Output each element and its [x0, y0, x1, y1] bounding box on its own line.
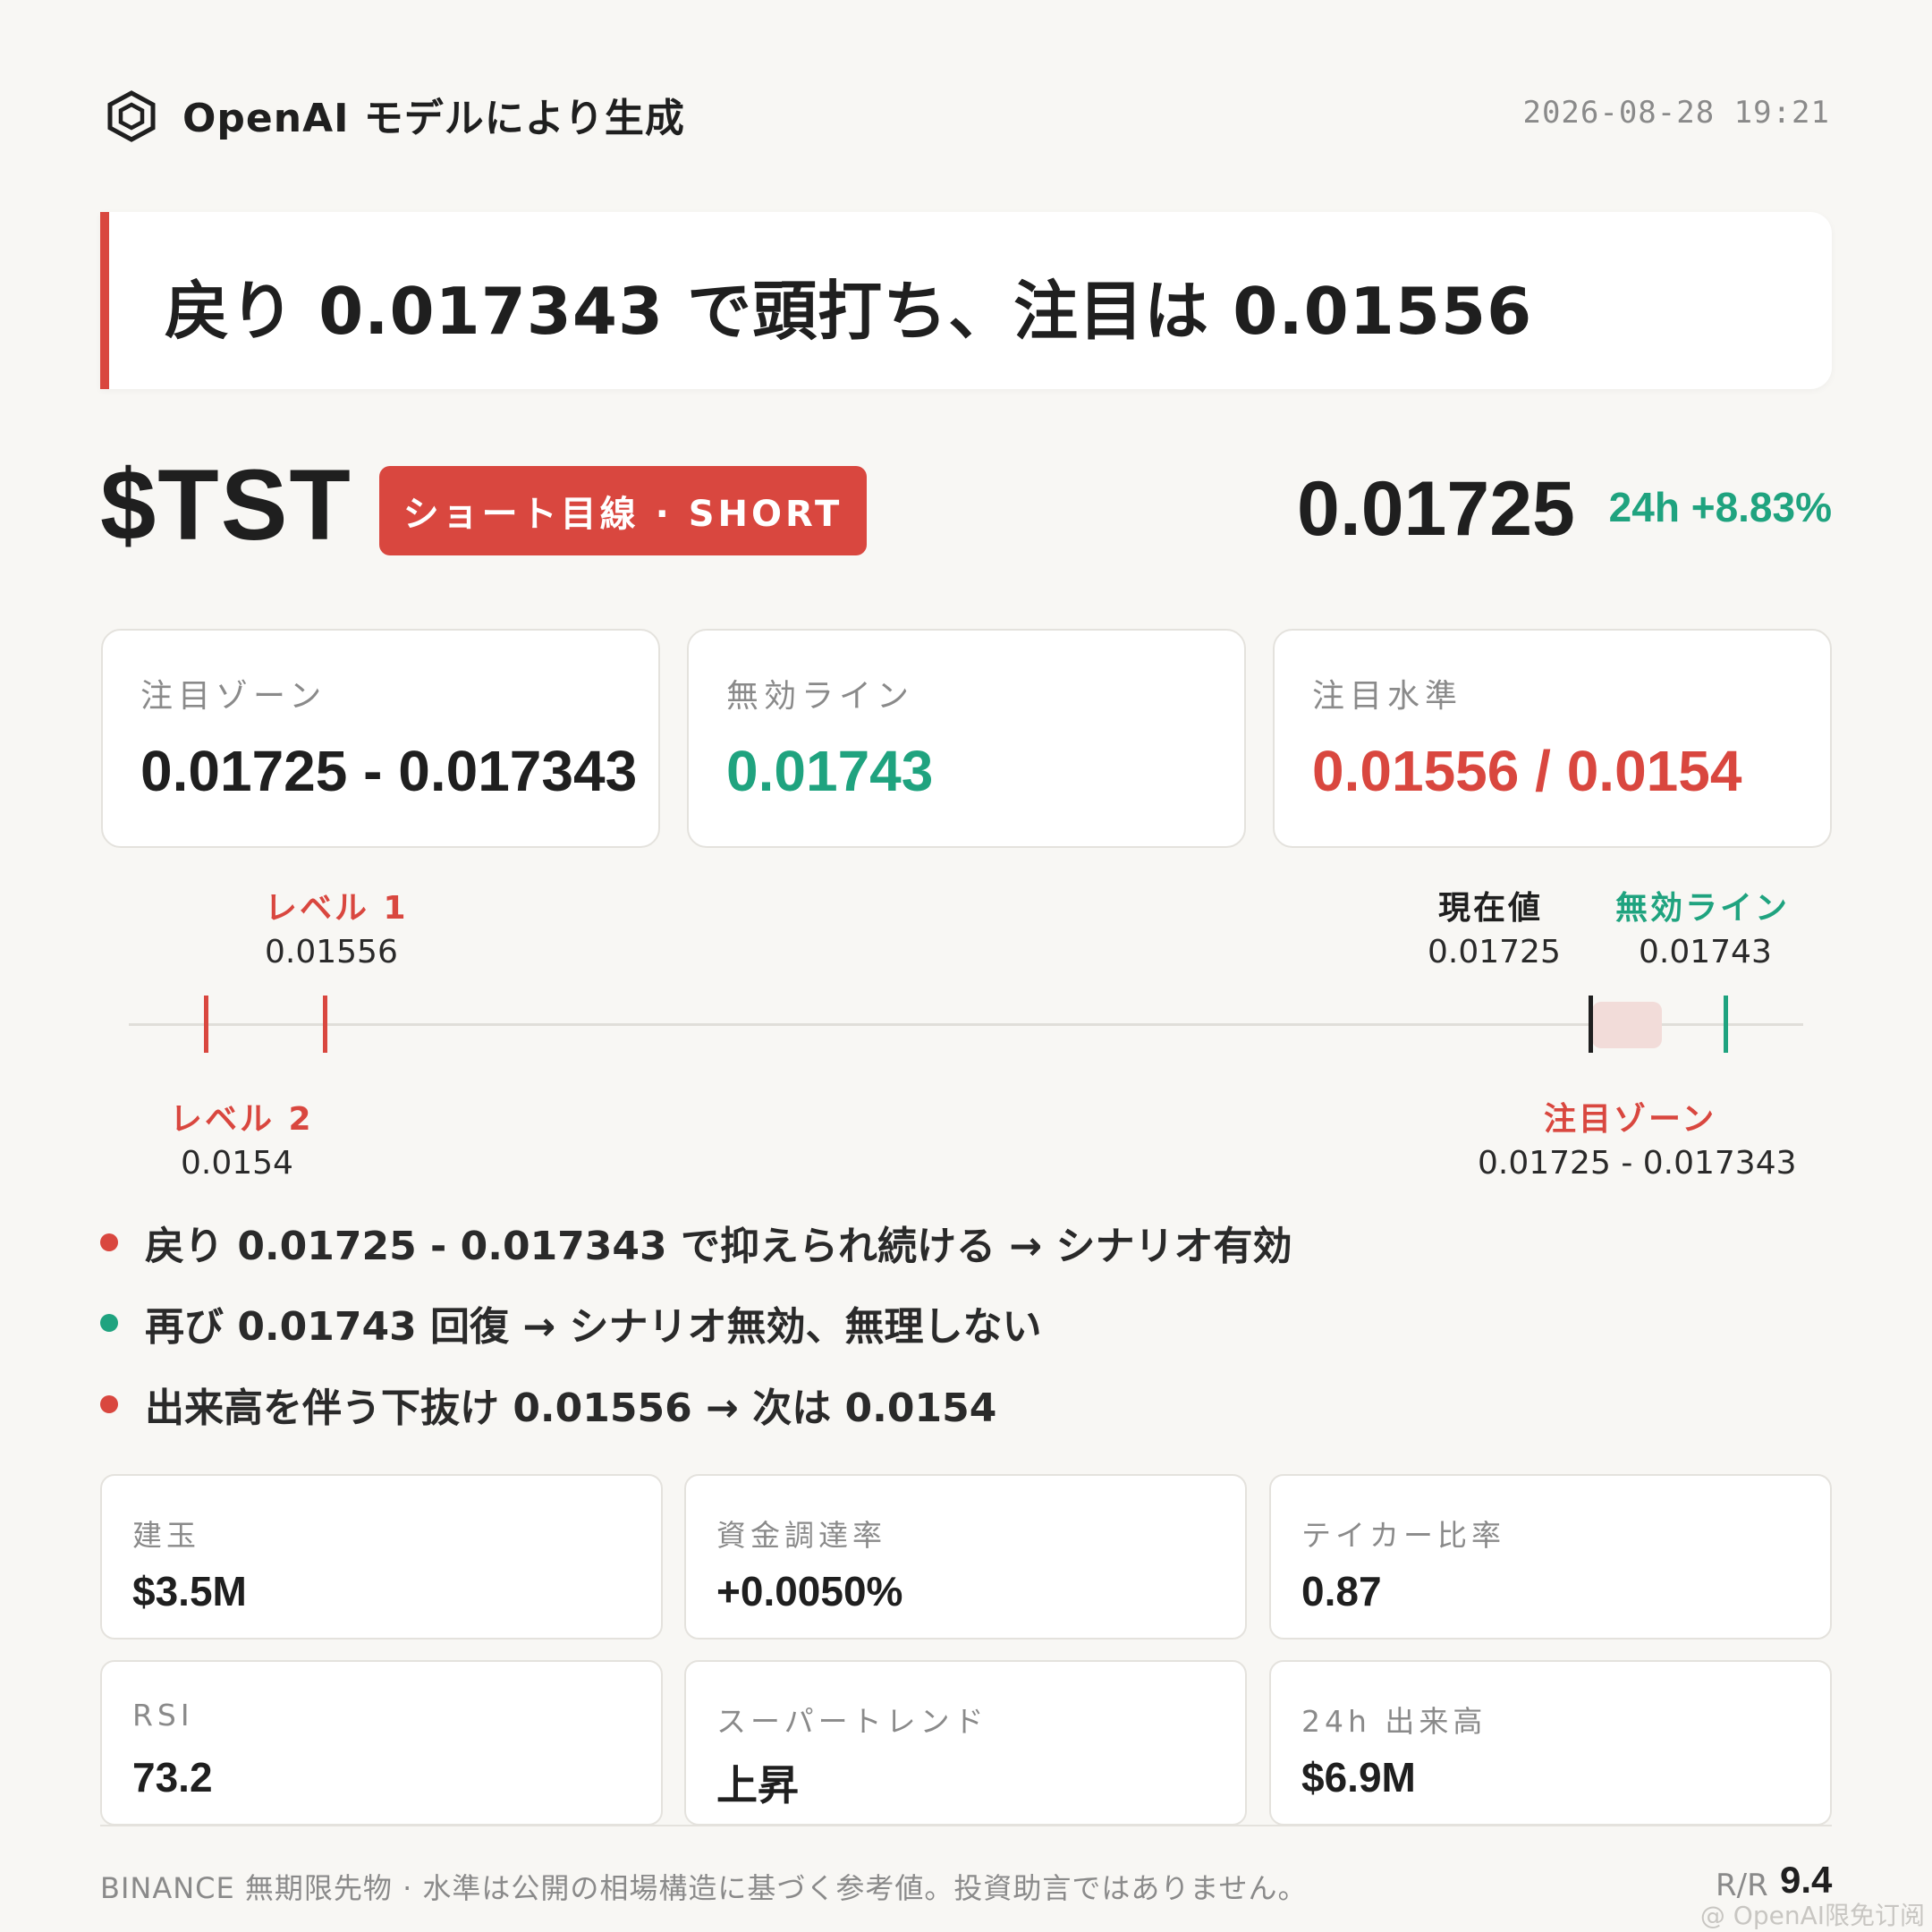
green-bullet-icon: [100, 1314, 118, 1332]
scenario-text: 再び 0.01743 回復 → シナリオ無効、無理しない: [145, 1304, 1042, 1350]
current-price: 0.01725: [1297, 466, 1575, 552]
metric-card-taker-ratio: テイカー比率 0.87: [1269, 1474, 1832, 1640]
metric-label: RSI: [132, 1698, 194, 1733]
level1-tick: [323, 996, 327, 1053]
metric-label: 建玉: [132, 1518, 200, 1553]
level-card-focus-zone: 注目ゾーン 0.01725 - 0.017343: [101, 629, 660, 848]
risk-reward-value: 9.4: [1780, 1859, 1833, 1901]
timestamp: 2026-08-28 19:21: [1522, 95, 1830, 131]
disclaimer: BINANCE 無期限先物 · 水準は公開の相場構造に基づく参考値。投資助言では…: [100, 1871, 1308, 1905]
ladder-level1-value: 0.01556: [265, 934, 398, 970]
ladder-current-label: 現在値: [1438, 890, 1544, 927]
ladder-level2-value: 0.0154: [181, 1145, 293, 1182]
scenario-text: 戻り 0.01725 - 0.017343 で抑えられ続ける → シナリオ有効: [145, 1224, 1292, 1269]
ladder-zone-label: 注目ゾーン: [1544, 1101, 1717, 1138]
ladder-invalid-label: 無効ライン: [1615, 890, 1791, 927]
metric-card-supertrend: スーパートレンド 上昇: [684, 1660, 1247, 1826]
openai-hexagon-icon: [107, 90, 156, 142]
metric-label: テイカー比率: [1301, 1518, 1505, 1553]
scenario-item: 出来高を伴う下抜け 0.01556 → 次は 0.0154: [100, 1376, 996, 1433]
scenario-text: 出来高を伴う下抜け 0.01556 → 次は 0.0154: [145, 1385, 997, 1431]
level-card-label: 無効ライン: [726, 678, 915, 715]
level-card-value: 0.01725 - 0.017343: [140, 739, 638, 803]
metric-card-volume-24h: 24h 出来高 $6.9M: [1269, 1660, 1832, 1826]
header-title: OpenAI モデルにより生成: [182, 96, 685, 141]
change-24h: 24h +8.83%: [1608, 484, 1832, 530]
level-card-label: 注目水準: [1312, 678, 1463, 715]
scenario-item: 戻り 0.01725 - 0.017343 で抑えられ続ける → シナリオ有効: [100, 1214, 1292, 1271]
ticker-symbol: $TST: [100, 449, 352, 561]
footer-divider: [100, 1825, 1832, 1826]
ladder-level2-label: レベル 2: [170, 1101, 314, 1138]
watermark: @ OpenAI限免订阅: [1699, 1901, 1925, 1930]
ladder-current-value: 0.01725: [1428, 934, 1561, 970]
metric-value: $3.5M: [132, 1568, 247, 1614]
scenario-item: 再び 0.01743 回復 → シナリオ無効、無理しない: [100, 1294, 1042, 1352]
level2-tick: [204, 996, 208, 1053]
metric-value: $6.9M: [1301, 1754, 1416, 1801]
level-card-invalidation: 無効ライン 0.01743: [687, 629, 1246, 848]
metric-card-open-interest: 建玉 $3.5M: [100, 1474, 663, 1640]
metric-value: 上昇: [716, 1762, 799, 1809]
ladder-level1-label: レベル 1: [265, 890, 409, 927]
short-badge: ショート目線 · SHORT: [379, 466, 867, 555]
headline-card: 戻り 0.017343 で頭打ち、注目は 0.01556: [100, 212, 1832, 389]
level-card-value: 0.01556 / 0.0154: [1312, 739, 1742, 803]
metric-label: スーパートレンド: [716, 1704, 988, 1739]
metric-value: +0.0050%: [716, 1568, 903, 1614]
metric-value: 0.87: [1301, 1568, 1382, 1614]
headline-text: 戻り 0.017343 で頭打ち、注目は 0.01556: [165, 274, 1533, 349]
ladder-invalid-value: 0.01743: [1639, 934, 1772, 970]
invalidation-tick: [1724, 996, 1728, 1053]
focus-zone-band: [1592, 1002, 1662, 1048]
ladder-zone-value: 0.01725 - 0.017343: [1478, 1145, 1797, 1182]
metric-label: 資金調達率: [716, 1518, 886, 1553]
metric-value: 73.2: [132, 1754, 213, 1801]
metric-label: 24h 出来高: [1301, 1704, 1487, 1739]
level-card-value: 0.01743: [726, 739, 934, 803]
level-card-label: 注目ゾーン: [140, 678, 327, 715]
level-card-targets: 注目水準 0.01556 / 0.0154: [1273, 629, 1832, 848]
current-price-tick: [1589, 996, 1593, 1053]
red-bullet-icon: [100, 1233, 118, 1251]
metric-card-rsi: RSI 73.2: [100, 1660, 663, 1826]
red-bullet-icon: [100, 1395, 118, 1413]
price-ladder-axis: [129, 1023, 1803, 1026]
metric-card-funding-rate: 資金調達率 +0.0050%: [684, 1474, 1247, 1640]
